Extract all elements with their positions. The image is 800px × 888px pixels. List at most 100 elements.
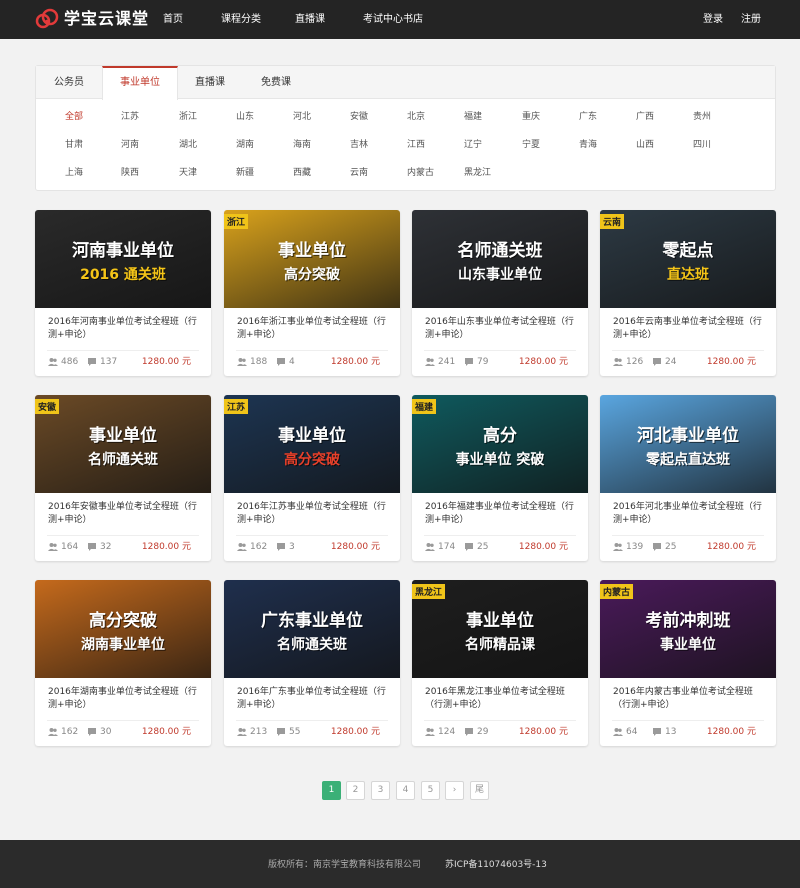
course-title[interactable]: 2016年云南事业单位考试全程班（行测+申论） xyxy=(613,316,763,342)
region-item[interactable]: 甘肃 xyxy=(65,139,83,151)
comment-icon xyxy=(653,358,661,366)
region-item[interactable]: 江苏 xyxy=(121,111,139,123)
tab-live-course[interactable]: 直播课 xyxy=(182,66,238,99)
next-page-button[interactable]: › xyxy=(445,781,464,800)
course-banner[interactable]: 高分突破 湖南事业单位 xyxy=(35,580,211,678)
course-card[interactable]: 广东事业单位 名师通关班 2016年广东事业单位考试全程班（行测+申论） 213 55 1… xyxy=(224,580,400,746)
comment-count: 55 xyxy=(289,727,301,737)
course-title[interactable]: 2016年浙江事业单位考试全程班（行测+申论） xyxy=(237,316,387,342)
region-item[interactable]: 湖北 xyxy=(179,139,197,151)
course-banner[interactable]: 河南事业单位 2016 通关班 xyxy=(35,210,211,308)
tab-civil-servant[interactable]: 公务员 xyxy=(36,66,102,99)
student-count: 241 xyxy=(438,357,456,367)
course-title[interactable]: 2016年内蒙古事业单位考试全程班（行测+申论） xyxy=(613,686,763,712)
course-banner[interactable]: 名师通关班 山东事业单位 xyxy=(412,210,588,308)
banner-line2: 直达班 xyxy=(667,267,709,283)
region-item[interactable]: 新疆 xyxy=(236,167,254,179)
region-item[interactable]: 山东 xyxy=(236,111,254,123)
course-title[interactable]: 2016年河北事业单位考试全程班（行测+申论） xyxy=(613,501,763,527)
region-item[interactable]: 云南 xyxy=(350,167,368,179)
page-5-button[interactable]: 5 xyxy=(421,781,440,800)
region-item[interactable]: 辽宁 xyxy=(464,139,482,151)
card-divider xyxy=(612,535,764,536)
nav-home[interactable]: 首页 xyxy=(163,13,183,27)
course-card[interactable]: 名师通关班 山东事业单位 2016年山东事业单位考试全程班（行测+申论） 241 79 1… xyxy=(412,210,588,376)
page-4-button[interactable]: 4 xyxy=(396,781,415,800)
region-item[interactable]: 内蒙古 xyxy=(407,167,434,179)
course-title[interactable]: 2016年河南事业单位考试全程班（行测+申论） xyxy=(48,316,198,342)
region-item[interactable]: 北京 xyxy=(407,111,425,123)
region-item[interactable]: 重庆 xyxy=(522,111,540,123)
nav-course-category[interactable]: 课程分类 xyxy=(221,13,261,27)
page-2-button[interactable]: 2 xyxy=(346,781,365,800)
region-item[interactable]: 西藏 xyxy=(293,167,311,179)
region-item[interactable]: 上海 xyxy=(65,167,83,179)
region-item[interactable]: 广西 xyxy=(636,111,654,123)
course-card[interactable]: 零起点 直达班 云南 2016年云南事业单位考试全程班（行测+申论） 126 24 1280… xyxy=(600,210,776,376)
comment-count: 3 xyxy=(289,542,295,552)
region-item[interactable]: 黑龙江 xyxy=(464,167,491,179)
region-item[interactable]: 吉林 xyxy=(350,139,368,151)
region-item[interactable]: 山西 xyxy=(636,139,654,151)
comment-count: 25 xyxy=(665,542,677,552)
region-item[interactable]: 湖南 xyxy=(236,139,254,151)
region-item[interactable]: 福建 xyxy=(464,111,482,123)
brand-name[interactable]: 学宝云课堂 xyxy=(64,9,149,29)
course-card[interactable]: 考前冲刺班 事业单位 内蒙古 2016年内蒙古事业单位考试全程班（行测+申论） 64 13… xyxy=(600,580,776,746)
region-item[interactable]: 全部 xyxy=(65,111,83,123)
region-item[interactable]: 广东 xyxy=(579,111,597,123)
course-title[interactable]: 2016年江苏事业单位考试全程班（行测+申论） xyxy=(237,501,387,527)
course-card[interactable]: 事业单位 高分突破 江苏 2016年江苏事业单位考试全程班（行测+申论） 162 3 128… xyxy=(224,395,400,561)
course-banner[interactable]: 广东事业单位 名师通关班 xyxy=(224,580,400,678)
banner-line1: 河南事业单位 xyxy=(72,241,174,261)
course-card[interactable]: 事业单位 名师精品课 黑龙江 2016年黑龙江事业单位考试全程班（行测+申论） 124 2… xyxy=(412,580,588,746)
region-item[interactable]: 海南 xyxy=(293,139,311,151)
course-card[interactable]: 事业单位 名师通关班 安徽 2016年安徽事业单位考试全程班（行测+申论） 164 32 1… xyxy=(35,395,211,561)
region-item[interactable]: 宁夏 xyxy=(522,139,540,151)
register-link[interactable]: 注册 xyxy=(741,13,761,27)
course-card[interactable]: 高分突破 湖南事业单位 2016年湖南事业单位考试全程班（行测+申论） 162 30 12… xyxy=(35,580,211,746)
course-card[interactable]: 事业单位 高分突破 浙江 2016年浙江事业单位考试全程班（行测+申论） 188 4 128… xyxy=(224,210,400,376)
course-card[interactable]: 河南事业单位 2016 通关班 2016年河南事业单位考试全程班（行测+申论） 486… xyxy=(35,210,211,376)
course-title[interactable]: 2016年广东事业单位考试全程班（行测+申论） xyxy=(237,686,387,712)
course-banner[interactable]: 事业单位 名师精品课 黑龙江 xyxy=(412,580,588,678)
student-count: 162 xyxy=(250,542,268,552)
course-title[interactable]: 2016年湖南事业单位考试全程班（行测+申论） xyxy=(48,686,198,712)
region-item[interactable]: 安徽 xyxy=(350,111,368,123)
region-item[interactable]: 天津 xyxy=(179,167,197,179)
course-banner[interactable]: 事业单位 名师通关班 安徽 xyxy=(35,395,211,493)
student-count: 174 xyxy=(438,542,456,552)
course-title[interactable]: 2016年山东事业单位考试全程班（行测+申论） xyxy=(425,316,575,342)
tab-public-institution[interactable]: 事业单位 xyxy=(102,66,178,100)
tab-free-course[interactable]: 免费课 xyxy=(248,66,304,99)
course-banner[interactable]: 河北事业单位 零起点直达班 xyxy=(600,395,776,493)
students-icon xyxy=(48,358,58,366)
cloud-logo-icon[interactable] xyxy=(35,8,59,30)
region-item[interactable]: 青海 xyxy=(579,139,597,151)
course-card[interactable]: 河北事业单位 零起点直达班 2016年河北事业单位考试全程班（行测+申论） 139 25… xyxy=(600,395,776,561)
region-item[interactable]: 浙江 xyxy=(179,111,197,123)
course-banner[interactable]: 事业单位 高分突破 浙江 xyxy=(224,210,400,308)
course-banner[interactable]: 事业单位 高分突破 江苏 xyxy=(224,395,400,493)
region-item[interactable]: 江西 xyxy=(407,139,425,151)
page-1-button[interactable]: 1 xyxy=(322,781,341,800)
course-price: 1280.00 元 xyxy=(141,727,191,737)
region-item[interactable]: 陕西 xyxy=(121,167,139,179)
login-link[interactable]: 登录 xyxy=(703,13,723,27)
course-title[interactable]: 2016年安徽事业单位考试全程班（行测+申论） xyxy=(48,501,198,527)
course-banner[interactable]: 考前冲刺班 事业单位 内蒙古 xyxy=(600,580,776,678)
course-banner[interactable]: 零起点 直达班 云南 xyxy=(600,210,776,308)
course-title[interactable]: 2016年福建事业单位考试全程班（行测+申论） xyxy=(425,501,575,527)
nav-live[interactable]: 直播课 xyxy=(295,13,325,27)
region-item[interactable]: 河南 xyxy=(121,139,139,151)
page-3-button[interactable]: 3 xyxy=(371,781,390,800)
course-card[interactable]: 高分 事业单位 突破 福建 2016年福建事业单位考试全程班（行测+申论） 174 25 1… xyxy=(412,395,588,561)
course-title[interactable]: 2016年黑龙江事业单位考试全程班（行测+申论） xyxy=(425,686,575,712)
region-item[interactable]: 贵州 xyxy=(693,111,711,123)
last-page-button[interactable]: 尾 xyxy=(470,781,489,800)
region-item[interactable]: 四川 xyxy=(693,139,711,151)
nav-exam-bookstore[interactable]: 考试中心书店 xyxy=(363,13,423,27)
footer-icp[interactable]: 苏ICP备11074603号-13 xyxy=(445,859,547,871)
course-banner[interactable]: 高分 事业单位 突破 福建 xyxy=(412,395,588,493)
region-item[interactable]: 河北 xyxy=(293,111,311,123)
